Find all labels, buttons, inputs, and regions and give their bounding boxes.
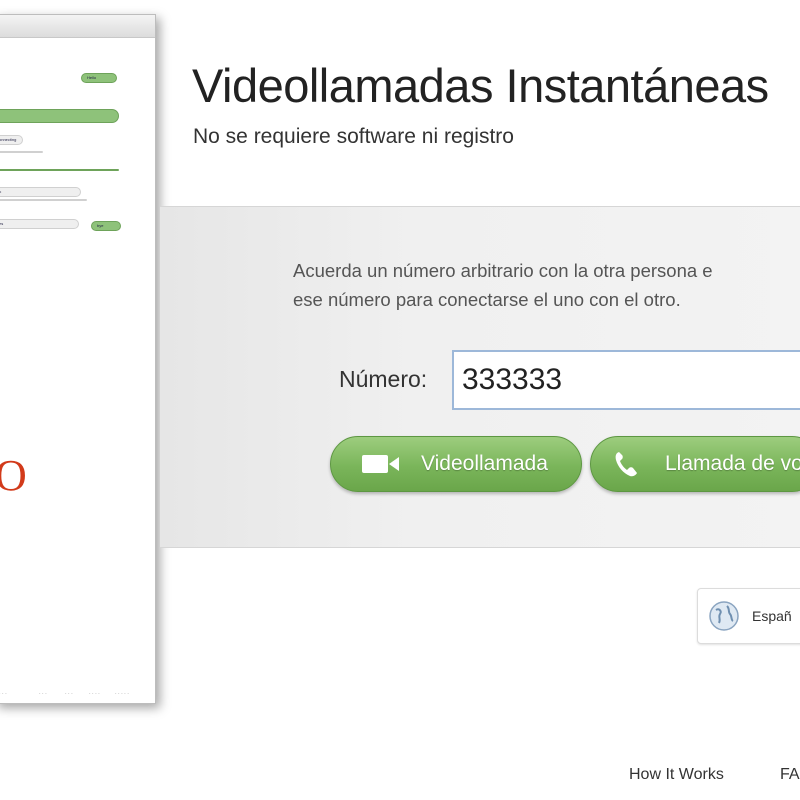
preview-chat-bubble: yes [0, 219, 79, 229]
instructions: Acuerda un número arbitrario con la otra… [293, 256, 713, 314]
phone-icon [613, 450, 639, 478]
preview-chat-bubble [0, 169, 119, 171]
number-input[interactable] [452, 350, 800, 410]
voice-call-label: Llamada de vo [665, 452, 800, 475]
number-label: Número: [339, 366, 428, 392]
preview-chat-bubble: bye [91, 221, 121, 231]
preview-chat-bubble: Hello [81, 73, 117, 83]
preview-chat-bubble [0, 109, 119, 123]
voice-call-button[interactable]: Llamada de vo [590, 436, 800, 492]
preview-chat-bubble [0, 151, 43, 153]
video-camera-icon [361, 452, 401, 476]
preview-screenshot: Hello connecting ok yes bye O · · · · · … [0, 14, 156, 704]
instructions-line: Acuerda un número arbitrario con la otra… [293, 260, 713, 281]
language-selector[interactable]: Españ [697, 588, 800, 644]
how-it-works-link[interactable]: How It Works [629, 766, 724, 784]
page-title: Videollamadas Instantáneas [192, 59, 769, 112]
preview-logo: O [0, 451, 27, 501]
globe-icon [708, 600, 740, 632]
instructions-line: ese número para conectarse el uno con el… [293, 289, 681, 310]
video-call-button[interactable]: Videollamada [330, 436, 582, 492]
preview-footer: · · · · · · · · · · · · · · · · · · [0, 691, 129, 697]
faq-link[interactable]: FA [780, 766, 800, 784]
preview-chat-bubble: connecting [0, 135, 23, 145]
language-label: Españ [752, 608, 792, 624]
page-subtitle: No se requiere software ni registro [193, 125, 514, 148]
preview-toolbar [0, 15, 155, 38]
video-call-label: Videollamada [421, 452, 548, 475]
preview-chat-bubble [0, 199, 87, 201]
preview-chat-bubble: ok [0, 187, 81, 197]
